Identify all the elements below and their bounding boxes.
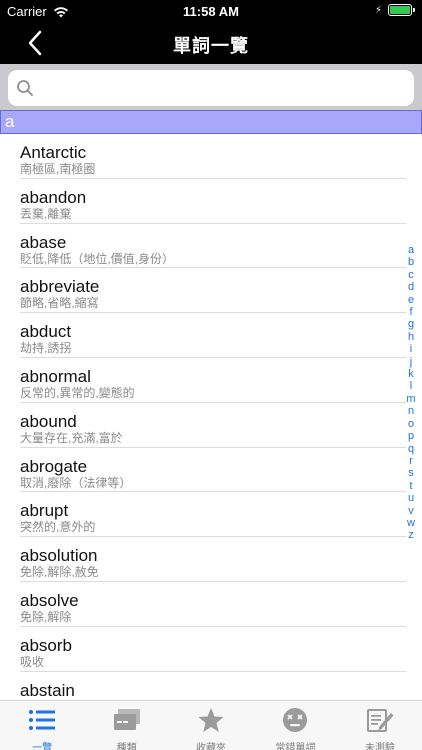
search-bar [0, 64, 422, 110]
index-letter-k[interactable]: k [408, 368, 414, 380]
index-letter-m[interactable]: m [406, 393, 415, 405]
edit-icon [365, 707, 395, 738]
cards-icon [112, 707, 142, 738]
search-box[interactable] [8, 70, 414, 106]
index-letter-v[interactable]: v [408, 505, 414, 517]
word-text: abandon [20, 187, 87, 207]
tab-label: 收藏夾 [196, 743, 227, 750]
word-meaning: 貶低,降低（地位,價值,身份） [20, 251, 175, 266]
word-row[interactable]: abrupt 突然的,意外的 [0, 492, 422, 537]
word-text: absolve [20, 590, 79, 610]
charging-bolt-icon: ⚡ [374, 4, 382, 16]
index-letter-o[interactable]: o [408, 418, 414, 430]
word-meaning: 反常的,異常的,變態的 [20, 385, 135, 400]
index-letter-z[interactable]: z [408, 529, 414, 541]
word-row[interactable]: Antarctic 南極區,南極圈 [0, 134, 422, 179]
navigation-bar: 單詞一覽 [0, 22, 422, 64]
star-icon [196, 707, 226, 738]
word-text: abrupt [20, 501, 69, 521]
battery-fill [390, 6, 410, 14]
tab-dizzy-face[interactable]: 常錯單詞 [253, 701, 337, 750]
word-row[interactable]: abound 大量存在,充滿,富於 [0, 403, 422, 448]
word-meaning: 南極區,南極圈 [20, 162, 96, 176]
word-text: abduct [20, 322, 72, 342]
word-row[interactable]: abrogate 取消,廢除（法律等） [0, 448, 422, 493]
word-list[interactable]: Antarctic 南極區,南極圈 abandon 丟棄,離棄 abase 貶低,降低（地… [0, 134, 422, 700]
index-letter-b[interactable]: b [408, 256, 414, 268]
index-letter-d[interactable]: d [408, 281, 414, 293]
tab-star[interactable]: 收藏夾 [169, 701, 253, 750]
index-letter-h[interactable]: h [408, 331, 414, 343]
word-meaning: 節略,省略,縮寫 [20, 296, 99, 311]
index-letter-g[interactable]: g [408, 318, 414, 330]
word-row[interactable]: absolution 免除,解除,赦免 [0, 537, 422, 582]
word-row[interactable]: abase 貶低,降低（地位,價值,身份） [0, 224, 422, 269]
index-letter-t[interactable]: t [409, 480, 412, 492]
index-letter-n[interactable]: n [408, 405, 414, 417]
tab-bar: 一覽 種類 收藏夾 常錯單詞 未測驗 [0, 700, 422, 750]
tab-cards[interactable]: 種類 [84, 701, 168, 750]
dizzy-face-icon [280, 707, 310, 738]
word-row[interactable]: absolve 免除,解除 [0, 582, 422, 627]
word-text: abrogate [20, 456, 88, 476]
word-meaning: 大量存在,充滿,富於 [20, 430, 123, 445]
word-text: abbreviate [20, 277, 100, 297]
index-letter-e[interactable]: e [408, 294, 414, 306]
tab-label: 種類 [116, 743, 137, 750]
top-bar: Carrier 11:58 AM ⚡ 單詞一覽 [0, 0, 422, 64]
search-icon [17, 80, 33, 96]
tab-label: 常錯單詞 [275, 743, 316, 750]
tab-label: 一覽 [32, 743, 53, 750]
list-icon [27, 707, 57, 738]
word-meaning: 吸收 [20, 654, 45, 669]
alphabet-index[interactable]: abcdefghijklmnopqrstuvwz [404, 244, 418, 542]
word-row[interactable]: abduct 劫持,誘拐 [0, 313, 422, 358]
index-letter-c[interactable]: c [408, 269, 414, 281]
word-row[interactable]: abbreviate 節略,省略,縮寫 [0, 268, 422, 313]
index-letter-w[interactable]: w [407, 517, 415, 529]
word-meaning: 突然的,意外的 [20, 520, 96, 535]
tab-label: 未測驗 [364, 743, 395, 750]
index-letter-q[interactable]: q [408, 443, 414, 455]
word-text: abstain [20, 680, 75, 700]
status-time: 11:58 AM [183, 4, 239, 19]
search-input[interactable] [40, 70, 410, 106]
section-header-a: a [0, 110, 422, 134]
index-letter-a[interactable]: a [408, 244, 414, 256]
battery-group: ⚡ [374, 4, 415, 16]
word-meaning: 丟棄,離棄 [20, 206, 72, 221]
index-letter-l[interactable]: l [410, 380, 412, 392]
index-letter-p[interactable]: p [408, 430, 414, 442]
index-letter-i[interactable]: i [410, 343, 412, 355]
word-meaning: 免除,解除,赦免 [20, 565, 99, 580]
index-letter-j[interactable]: j [410, 356, 412, 368]
index-letter-u[interactable]: u [408, 492, 414, 504]
index-letter-r[interactable]: r [409, 455, 413, 467]
word-text: absolution [20, 546, 98, 566]
tab-edit[interactable]: 未測驗 [338, 701, 422, 750]
word-text: abound [20, 411, 77, 431]
word-text: abnormal [20, 366, 91, 386]
word-row[interactable]: absorb 吸收 [0, 627, 422, 672]
word-row[interactable]: abnormal 反常的,異常的,變態的 [0, 358, 422, 403]
tab-list[interactable]: 一覽 [0, 701, 84, 750]
word-text: abase [20, 232, 67, 252]
word-meaning: 取消,廢除（法律等） [20, 475, 132, 490]
battery-icon [388, 4, 415, 16]
index-letter-s[interactable]: s [408, 467, 414, 479]
index-letter-f[interactable]: f [409, 306, 412, 318]
word-text: Antarctic [20, 143, 87, 162]
page-title: 單詞一覽 [173, 36, 249, 56]
word-text: absorb [20, 635, 72, 655]
word-row[interactable]: abstain [0, 672, 422, 700]
word-meaning: 免除,解除 [20, 609, 72, 624]
word-meaning: 劫持,誘拐 [20, 341, 72, 356]
word-row[interactable]: abandon 丟棄,離棄 [0, 179, 422, 224]
status-bar: Carrier 11:58 AM ⚡ [0, 0, 422, 22]
